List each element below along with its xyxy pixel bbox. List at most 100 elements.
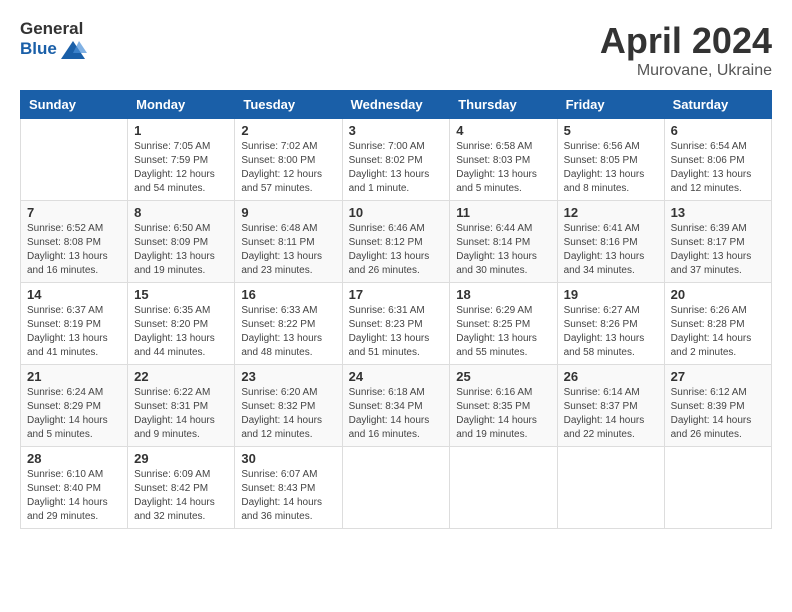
calendar-day-cell: 21 Sunrise: 6:24 AMSunset: 8:29 PMDaylig…	[21, 365, 128, 447]
calendar-day-cell: 8 Sunrise: 6:50 AMSunset: 8:09 PMDayligh…	[128, 201, 235, 283]
calendar-week-row: 14 Sunrise: 6:37 AMSunset: 8:19 PMDaylig…	[21, 283, 772, 365]
day-number: 12	[564, 205, 658, 220]
day-info: Sunrise: 6:33 AMSunset: 8:22 PMDaylight:…	[241, 304, 335, 360]
day-number: 22	[134, 369, 228, 384]
weekday-header: Saturday	[664, 91, 771, 119]
weekday-header: Thursday	[450, 91, 557, 119]
day-info: Sunrise: 6:27 AMSunset: 8:26 PMDaylight:…	[564, 304, 658, 360]
calendar-day-cell: 18 Sunrise: 6:29 AMSunset: 8:25 PMDaylig…	[450, 283, 557, 365]
day-number: 26	[564, 369, 658, 384]
calendar-day-cell: 7 Sunrise: 6:52 AMSunset: 8:08 PMDayligh…	[21, 201, 128, 283]
calendar-day-cell: 10 Sunrise: 6:46 AMSunset: 8:12 PMDaylig…	[342, 201, 450, 283]
day-info: Sunrise: 6:58 AMSunset: 8:03 PMDaylight:…	[456, 140, 550, 196]
day-info: Sunrise: 6:54 AMSunset: 8:06 PMDaylight:…	[671, 140, 765, 196]
calendar-day-cell	[450, 447, 557, 529]
day-info: Sunrise: 6:31 AMSunset: 8:23 PMDaylight:…	[349, 304, 444, 360]
calendar-day-cell: 13 Sunrise: 6:39 AMSunset: 8:17 PMDaylig…	[664, 201, 771, 283]
day-info: Sunrise: 6:09 AMSunset: 8:42 PMDaylight:…	[134, 468, 228, 524]
day-number: 3	[349, 123, 444, 138]
calendar-day-cell: 30 Sunrise: 6:07 AMSunset: 8:43 PMDaylig…	[235, 447, 342, 529]
calendar-day-cell: 15 Sunrise: 6:35 AMSunset: 8:20 PMDaylig…	[128, 283, 235, 365]
day-info: Sunrise: 6:37 AMSunset: 8:19 PMDaylight:…	[27, 304, 121, 360]
day-info: Sunrise: 6:52 AMSunset: 8:08 PMDaylight:…	[27, 222, 121, 278]
day-info: Sunrise: 7:02 AMSunset: 8:00 PMDaylight:…	[241, 140, 335, 196]
day-number: 13	[671, 205, 765, 220]
day-number: 16	[241, 287, 335, 302]
day-number: 14	[27, 287, 121, 302]
calendar-day-cell	[342, 447, 450, 529]
calendar-day-cell: 22 Sunrise: 6:22 AMSunset: 8:31 PMDaylig…	[128, 365, 235, 447]
day-info: Sunrise: 6:39 AMSunset: 8:17 PMDaylight:…	[671, 222, 765, 278]
day-info: Sunrise: 6:14 AMSunset: 8:37 PMDaylight:…	[564, 386, 658, 442]
weekday-header: Monday	[128, 91, 235, 119]
day-info: Sunrise: 6:10 AMSunset: 8:40 PMDaylight:…	[27, 468, 121, 524]
day-info: Sunrise: 6:26 AMSunset: 8:28 PMDaylight:…	[671, 304, 765, 360]
day-number: 30	[241, 451, 335, 466]
day-number: 2	[241, 123, 335, 138]
calendar-day-cell: 28 Sunrise: 6:10 AMSunset: 8:40 PMDaylig…	[21, 447, 128, 529]
calendar-day-cell: 4 Sunrise: 6:58 AMSunset: 8:03 PMDayligh…	[450, 119, 557, 201]
calendar-day-cell: 3 Sunrise: 7:00 AMSunset: 8:02 PMDayligh…	[342, 119, 450, 201]
day-number: 7	[27, 205, 121, 220]
day-number: 21	[27, 369, 121, 384]
calendar-day-cell: 5 Sunrise: 6:56 AMSunset: 8:05 PMDayligh…	[557, 119, 664, 201]
calendar-day-cell: 16 Sunrise: 6:33 AMSunset: 8:22 PMDaylig…	[235, 283, 342, 365]
calendar-week-row: 28 Sunrise: 6:10 AMSunset: 8:40 PMDaylig…	[21, 447, 772, 529]
title-area: April 2024 Murovane, Ukraine	[600, 20, 772, 80]
calendar-day-cell: 11 Sunrise: 6:44 AMSunset: 8:14 PMDaylig…	[450, 201, 557, 283]
calendar-day-cell: 9 Sunrise: 6:48 AMSunset: 8:11 PMDayligh…	[235, 201, 342, 283]
logo-icon	[59, 39, 87, 61]
day-info: Sunrise: 6:24 AMSunset: 8:29 PMDaylight:…	[27, 386, 121, 442]
day-number: 11	[456, 205, 550, 220]
calendar-day-cell: 25 Sunrise: 6:16 AMSunset: 8:35 PMDaylig…	[450, 365, 557, 447]
day-number: 5	[564, 123, 658, 138]
day-number: 1	[134, 123, 228, 138]
calendar-day-cell: 12 Sunrise: 6:41 AMSunset: 8:16 PMDaylig…	[557, 201, 664, 283]
calendar-week-row: 21 Sunrise: 6:24 AMSunset: 8:29 PMDaylig…	[21, 365, 772, 447]
day-number: 6	[671, 123, 765, 138]
day-number: 24	[349, 369, 444, 384]
day-number: 19	[564, 287, 658, 302]
calendar-day-cell: 14 Sunrise: 6:37 AMSunset: 8:19 PMDaylig…	[21, 283, 128, 365]
header: General Blue April 2024 Murovane, Ukrain…	[20, 20, 772, 80]
day-info: Sunrise: 6:07 AMSunset: 8:43 PMDaylight:…	[241, 468, 335, 524]
weekday-header: Wednesday	[342, 91, 450, 119]
day-number: 20	[671, 287, 765, 302]
calendar-day-cell: 27 Sunrise: 6:12 AMSunset: 8:39 PMDaylig…	[664, 365, 771, 447]
calendar-day-cell: 1 Sunrise: 7:05 AMSunset: 7:59 PMDayligh…	[128, 119, 235, 201]
calendar-week-row: 7 Sunrise: 6:52 AMSunset: 8:08 PMDayligh…	[21, 201, 772, 283]
calendar-day-cell: 26 Sunrise: 6:14 AMSunset: 8:37 PMDaylig…	[557, 365, 664, 447]
day-info: Sunrise: 6:12 AMSunset: 8:39 PMDaylight:…	[671, 386, 765, 442]
calendar-day-cell: 6 Sunrise: 6:54 AMSunset: 8:06 PMDayligh…	[664, 119, 771, 201]
day-info: Sunrise: 6:18 AMSunset: 8:34 PMDaylight:…	[349, 386, 444, 442]
day-info: Sunrise: 7:05 AMSunset: 7:59 PMDaylight:…	[134, 140, 228, 196]
day-info: Sunrise: 6:46 AMSunset: 8:12 PMDaylight:…	[349, 222, 444, 278]
calendar-day-cell: 2 Sunrise: 7:02 AMSunset: 8:00 PMDayligh…	[235, 119, 342, 201]
day-info: Sunrise: 6:44 AMSunset: 8:14 PMDaylight:…	[456, 222, 550, 278]
day-number: 15	[134, 287, 228, 302]
logo-blue: Blue	[20, 40, 57, 59]
day-number: 25	[456, 369, 550, 384]
logo: General Blue	[20, 20, 87, 61]
calendar-day-cell: 23 Sunrise: 6:20 AMSunset: 8:32 PMDaylig…	[235, 365, 342, 447]
calendar-day-cell	[664, 447, 771, 529]
day-number: 27	[671, 369, 765, 384]
weekday-header: Tuesday	[235, 91, 342, 119]
day-number: 29	[134, 451, 228, 466]
day-number: 18	[456, 287, 550, 302]
day-info: Sunrise: 6:41 AMSunset: 8:16 PMDaylight:…	[564, 222, 658, 278]
calendar-day-cell: 29 Sunrise: 6:09 AMSunset: 8:42 PMDaylig…	[128, 447, 235, 529]
calendar-day-cell: 20 Sunrise: 6:26 AMSunset: 8:28 PMDaylig…	[664, 283, 771, 365]
calendar-day-cell: 17 Sunrise: 6:31 AMSunset: 8:23 PMDaylig…	[342, 283, 450, 365]
weekday-header: Friday	[557, 91, 664, 119]
day-info: Sunrise: 6:48 AMSunset: 8:11 PMDaylight:…	[241, 222, 335, 278]
day-info: Sunrise: 6:29 AMSunset: 8:25 PMDaylight:…	[456, 304, 550, 360]
day-info: Sunrise: 6:20 AMSunset: 8:32 PMDaylight:…	[241, 386, 335, 442]
calendar-week-row: 1 Sunrise: 7:05 AMSunset: 7:59 PMDayligh…	[21, 119, 772, 201]
logo-general: General	[20, 20, 83, 39]
weekday-header: Sunday	[21, 91, 128, 119]
day-number: 17	[349, 287, 444, 302]
day-number: 8	[134, 205, 228, 220]
day-info: Sunrise: 6:16 AMSunset: 8:35 PMDaylight:…	[456, 386, 550, 442]
calendar-day-cell	[557, 447, 664, 529]
